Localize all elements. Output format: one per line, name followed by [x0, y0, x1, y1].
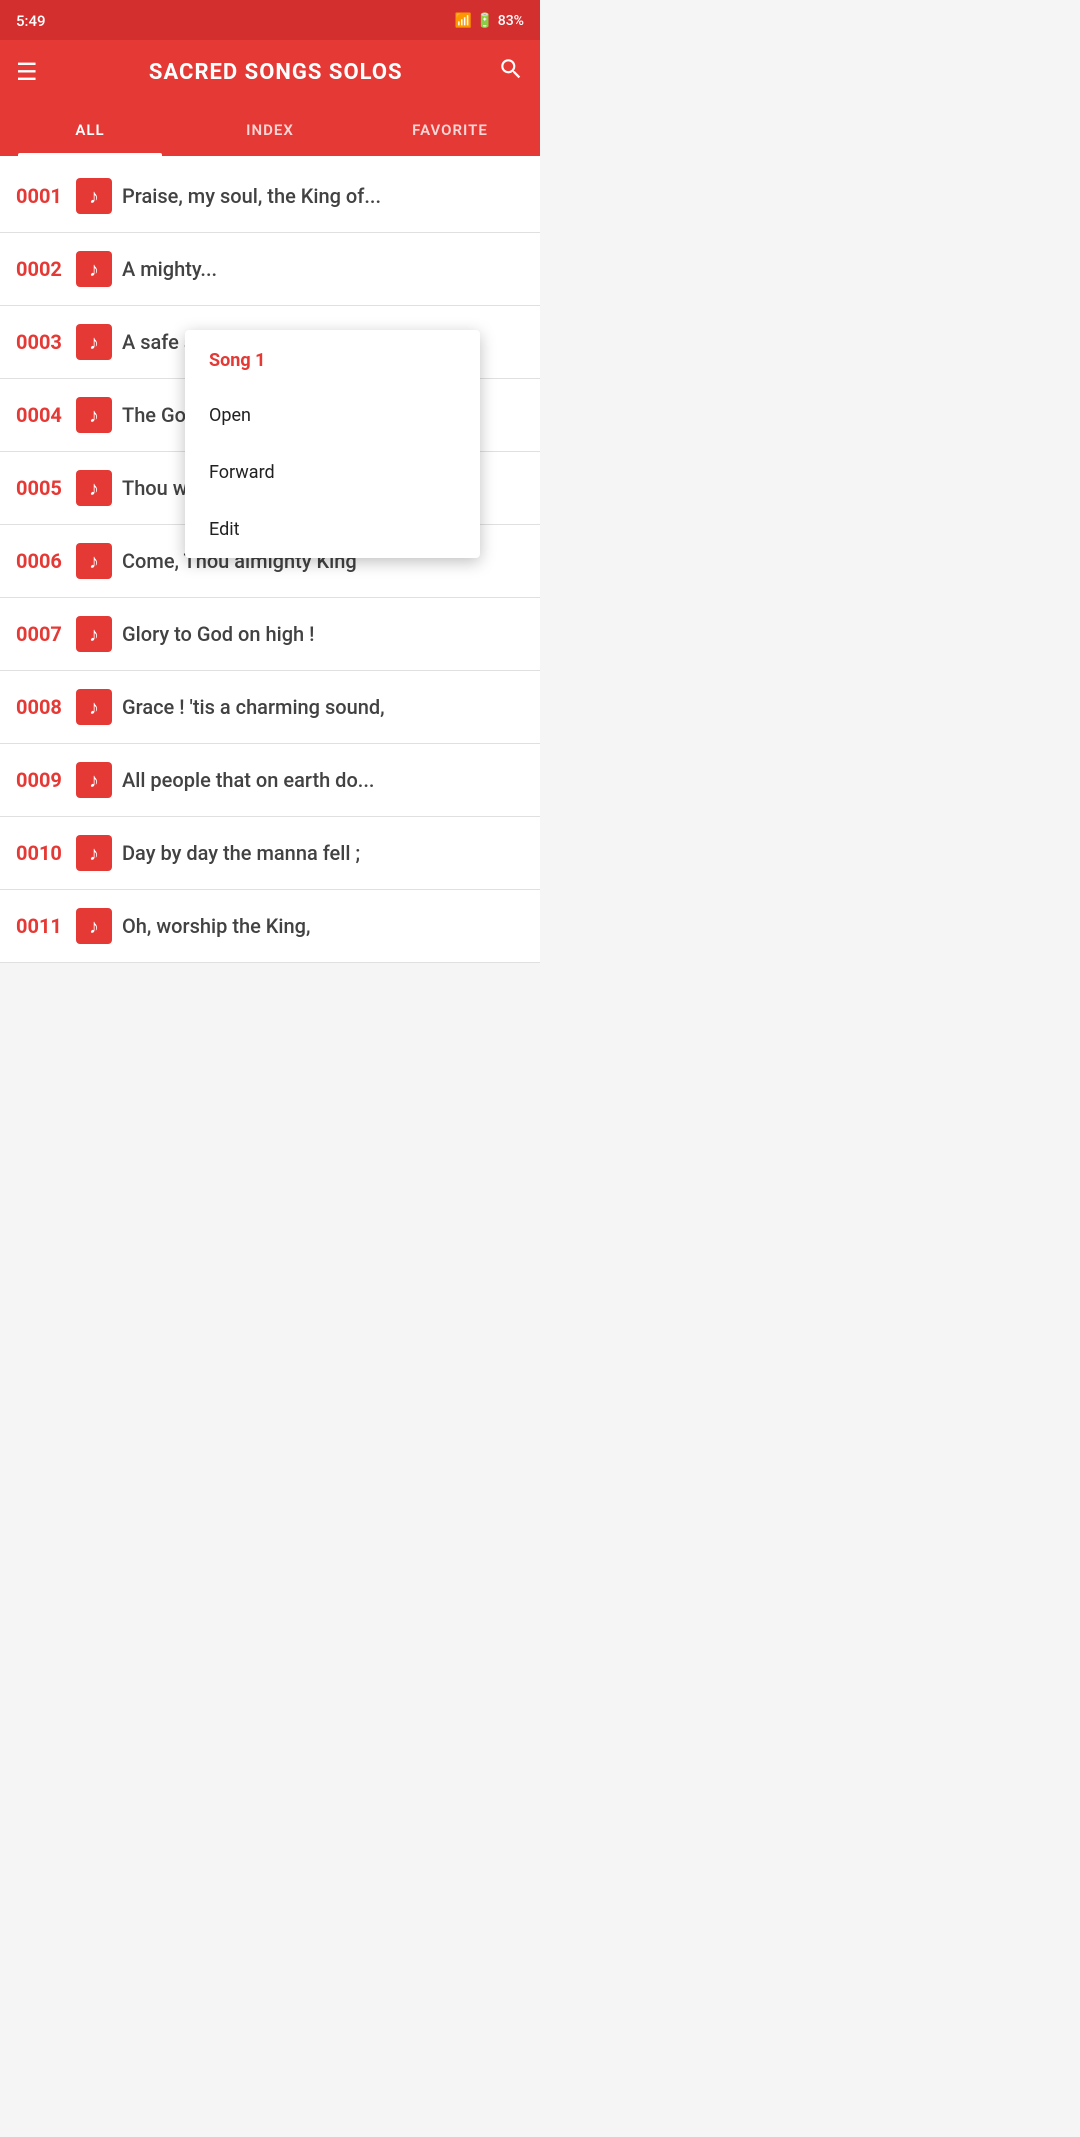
tab-favorite[interactable]: FAVORITE: [360, 104, 540, 156]
song-number: 0005: [16, 476, 76, 500]
toolbar: ☰ SACRED SONGS SOLOS: [0, 40, 540, 104]
song-music-icon: [76, 689, 112, 725]
song-item-0002[interactable]: 0002 A mighty...: [0, 233, 540, 306]
song-item-0007[interactable]: 0007 Glory to God on high !: [0, 598, 540, 671]
song-number: 0011: [16, 914, 76, 938]
tab-all[interactable]: ALL: [0, 104, 180, 156]
song-item-0001[interactable]: 0001 Praise, my soul, the King of...: [0, 160, 540, 233]
song-title: Oh, worship the King,: [122, 914, 310, 938]
tabs-bar: ALL INDEX FAVORITE: [0, 104, 540, 156]
song-music-icon: [76, 178, 112, 214]
song-number: 0004: [16, 403, 76, 427]
context-menu-edit[interactable]: Edit: [185, 501, 480, 558]
song-item-0008[interactable]: 0008 Grace ! 'tis a charming sound,: [0, 671, 540, 744]
song-title: A mighty...: [122, 257, 217, 281]
song-title: Day by day the manna fell ;: [122, 841, 360, 865]
song-number: 0003: [16, 330, 76, 354]
menu-icon[interactable]: ☰: [16, 60, 38, 84]
song-number: 0007: [16, 622, 76, 646]
song-title: Praise, my soul, the King of...: [122, 184, 381, 208]
song-title: Grace ! 'tis a charming sound,: [122, 695, 385, 719]
context-menu[interactable]: Song 1 Open Forward Edit: [185, 330, 480, 558]
song-number: 0010: [16, 841, 76, 865]
search-icon[interactable]: [498, 56, 524, 88]
battery-icon: 🔋: [476, 13, 493, 29]
song-item-0010[interactable]: 0010 Day by day the manna fell ;: [0, 817, 540, 890]
song-title: All people that on earth do...: [122, 768, 374, 792]
signal-icon: 📶: [455, 13, 472, 29]
song-item-0011[interactable]: 0011 Oh, worship the King,: [0, 890, 540, 963]
song-music-icon: [76, 543, 112, 579]
song-music-icon: [76, 324, 112, 360]
status-icons: 📶 🔋 83%: [455, 13, 524, 29]
song-music-icon: [76, 397, 112, 433]
tab-index[interactable]: INDEX: [180, 104, 360, 156]
song-title: Glory to God on high !: [122, 622, 314, 646]
app-title: SACRED SONGS SOLOS: [54, 60, 498, 85]
song-music-icon: [76, 762, 112, 798]
context-menu-forward[interactable]: Forward: [185, 444, 480, 501]
song-number: 0002: [16, 257, 76, 281]
song-number: 0008: [16, 695, 76, 719]
battery-percent: 83%: [498, 13, 524, 29]
song-music-icon: [76, 835, 112, 871]
song-music-icon: [76, 616, 112, 652]
context-menu-open[interactable]: Open: [185, 387, 480, 444]
song-music-icon: [76, 908, 112, 944]
status-time: 5:49: [16, 12, 46, 30]
song-list: 0001 Praise, my soul, the King of... 000…: [0, 156, 540, 963]
status-bar: 5:49 📶 🔋 83%: [0, 0, 540, 40]
song-number: 0009: [16, 768, 76, 792]
song-music-icon: [76, 470, 112, 506]
song-number: 0006: [16, 549, 76, 573]
song-number: 0001: [16, 184, 76, 208]
song-music-icon: [76, 251, 112, 287]
song-item-0009[interactable]: 0009 All people that on earth do...: [0, 744, 540, 817]
context-menu-title: Song 1: [185, 330, 480, 387]
